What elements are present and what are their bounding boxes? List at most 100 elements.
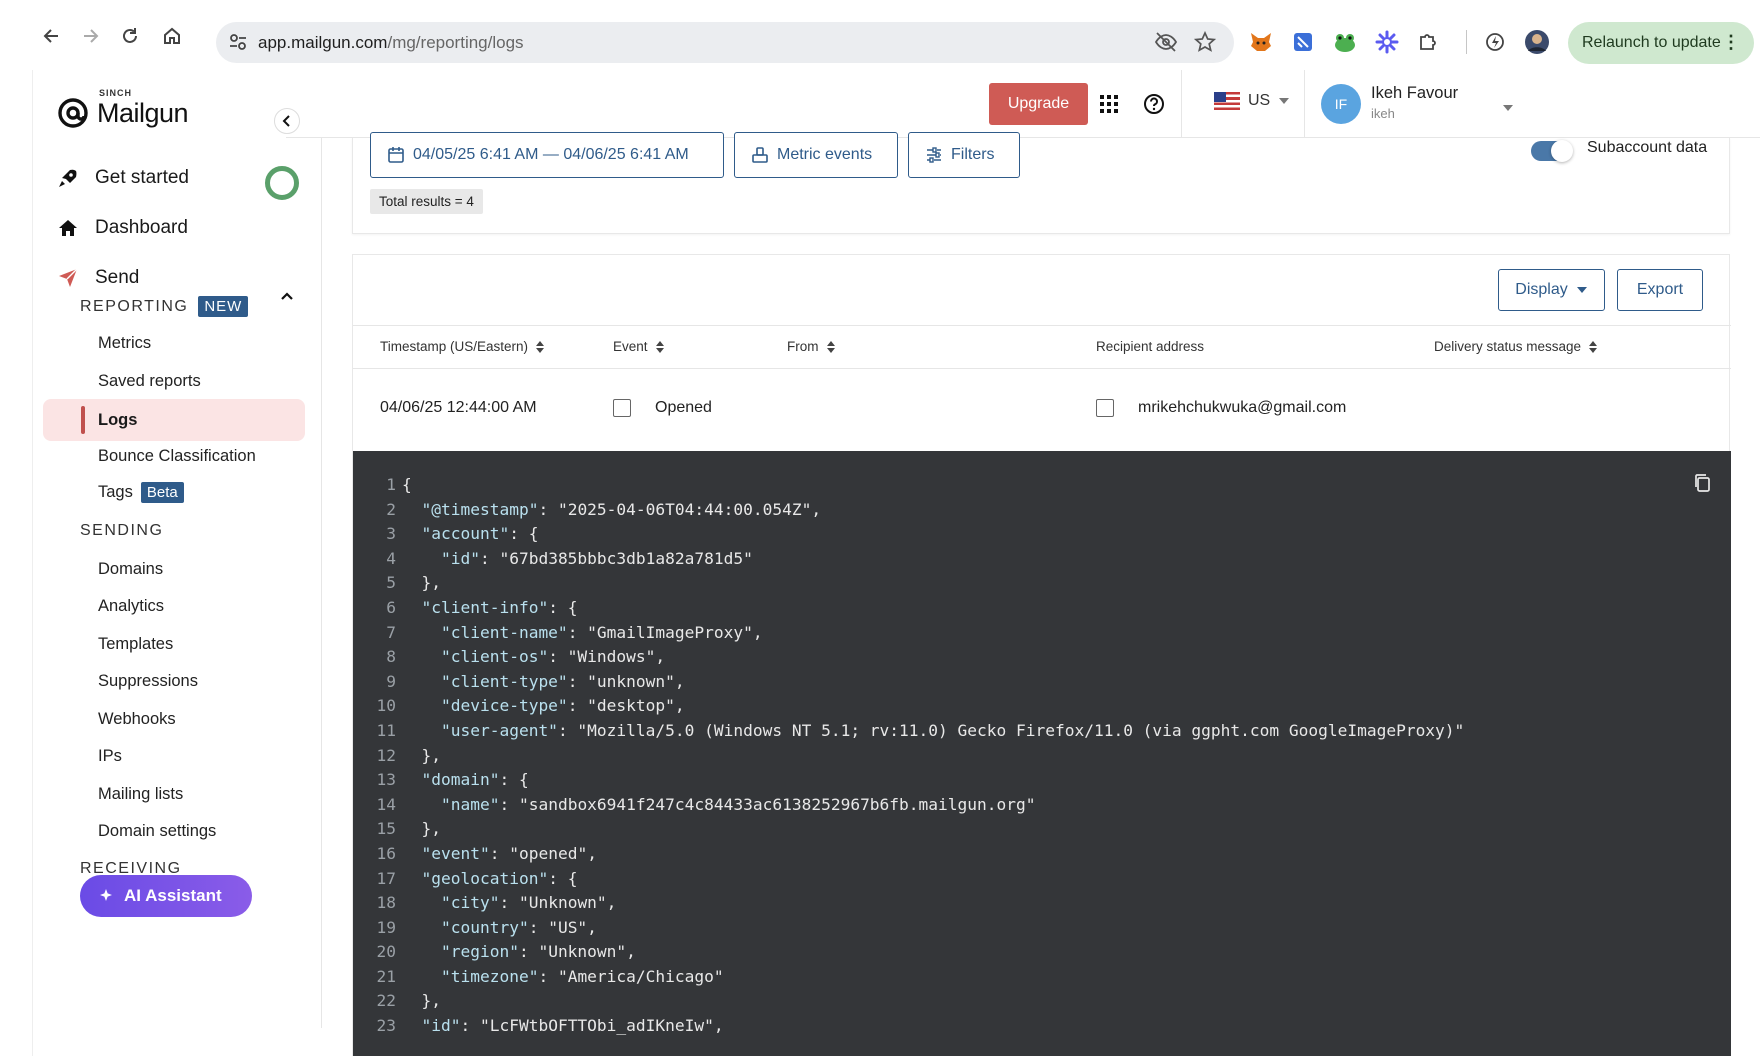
sidebar-item-tags[interactable]: Tags Beta <box>98 482 184 503</box>
sort-icon[interactable] <box>1589 340 1598 353</box>
user-subaccount: ikeh <box>1371 106 1395 121</box>
line-text: "city": "Unknown", <box>440 893 617 913</box>
frog-extension-icon[interactable] <box>1330 27 1360 57</box>
code-line: 16 "event": "opened", <box>353 842 1464 867</box>
col-event[interactable]: Event <box>613 339 664 354</box>
filter-card: 04/05/25 6:41 AM — 04/06/25 6:41 AM Metr… <box>352 132 1730 234</box>
export-button[interactable]: Export <box>1617 269 1703 311</box>
display-button[interactable]: Display <box>1498 269 1605 311</box>
sort-icon[interactable] <box>536 340 545 353</box>
row-event: Opened <box>613 399 712 417</box>
line-number: 1 <box>386 475 396 494</box>
sort-icon[interactable] <box>655 340 664 353</box>
line-number: 21 <box>376 966 397 986</box>
chevron-left-icon <box>282 115 290 127</box>
fox-extension-icon[interactable] <box>1246 27 1276 57</box>
performance-icon[interactable] <box>1480 27 1510 57</box>
help-icon[interactable] <box>1140 90 1168 118</box>
line-number: 14 <box>376 794 397 814</box>
home-icon[interactable] <box>158 22 186 50</box>
event-checkbox[interactable] <box>613 399 631 417</box>
sidebar-bottom-fade <box>33 1028 322 1056</box>
paper-plane-icon <box>59 268 78 287</box>
gear-flower-extension-icon[interactable] <box>1372 27 1402 57</box>
onboarding-progress-ring <box>265 166 299 200</box>
line-number: 5 <box>386 573 396 593</box>
row-event-label: Opened <box>655 399 712 416</box>
sidebar-item-get-started[interactable]: Get started <box>57 162 189 194</box>
eye-off-icon[interactable] <box>1154 31 1178 58</box>
sidebar-item-bounce-classification[interactable]: Bounce Classification <box>98 447 256 466</box>
col-from[interactable]: From <box>787 339 835 354</box>
subaccount-toggle[interactable] <box>1531 140 1573 162</box>
user-avatar[interactable]: IF <box>1321 84 1361 124</box>
sidebar-item-domain-settings[interactable]: Domain settings <box>98 822 216 841</box>
line-text: }, <box>402 819 441 839</box>
sidebar-item-webhooks[interactable]: Webhooks <box>98 710 176 729</box>
reload-icon[interactable] <box>116 22 144 50</box>
mailgun-logo-icon <box>58 98 88 128</box>
line-text: }, <box>402 573 441 593</box>
apps-grid-icon[interactable] <box>1095 90 1123 118</box>
bookmark-extension-icon[interactable] <box>1288 27 1318 57</box>
sidebar-item-send[interactable]: Send <box>57 262 139 294</box>
sidebar-item-templates[interactable]: Templates <box>98 635 173 654</box>
mailgun-logo[interactable]: SINCH Mailgun <box>57 88 189 136</box>
line-text: "client-name": "GmailImageProxy", <box>440 622 763 642</box>
code-line: 3 "account": { <box>353 522 1464 547</box>
region-selector[interactable]: US <box>1214 92 1290 110</box>
relaunch-button[interactable]: Relaunch to update ⋮ <box>1568 22 1754 64</box>
date-range-button[interactable]: 04/05/25 6:41 AM — 04/06/25 6:41 AM <box>370 132 724 178</box>
ai-assistant-button[interactable]: AI Assistant <box>80 875 252 917</box>
sidebar-item-dashboard[interactable]: Dashboard <box>57 212 188 244</box>
url-text: app.mailgun.com/mg/reporting/logs <box>258 33 524 52</box>
copy-icon[interactable] <box>1693 473 1711 498</box>
chevron-up-icon[interactable] <box>279 288 295 309</box>
event-json-viewer[interactable]: 1{2 "@timestamp": "2025-04-06T04:44:00.0… <box>353 451 1731 1056</box>
metric-events-button[interactable]: Metric events <box>734 132 898 178</box>
puzzle-extensions-icon[interactable] <box>1414 27 1444 57</box>
code-line: 12 }, <box>353 744 1464 769</box>
bookmark-star-icon[interactable] <box>1193 30 1217 58</box>
line-number: 7 <box>386 622 396 642</box>
col-timestamp[interactable]: Timestamp (US/Eastern) <box>380 339 545 354</box>
sidebar-item-suppressions[interactable]: Suppressions <box>98 672 198 691</box>
filters-button[interactable]: Filters <box>908 132 1020 178</box>
collapse-sidebar-button[interactable] <box>274 108 300 134</box>
code-line: 1{ <box>353 473 1464 498</box>
user-name[interactable]: Ikeh Favour <box>1371 84 1458 103</box>
line-number: 20 <box>376 942 397 962</box>
col-delivery-status[interactable]: Delivery status message <box>1434 339 1598 354</box>
table-row[interactable]: 04/06/25 12:44:00 AM Opened mrikehchukwu… <box>353 369 1731 451</box>
us-flag-icon <box>1214 92 1240 110</box>
row-recipient: mrikehchukwuka@gmail.com <box>1096 399 1346 417</box>
sidebar-item-saved-reports[interactable]: Saved reports <box>98 372 201 391</box>
back-icon[interactable] <box>38 22 66 50</box>
sort-icon[interactable] <box>826 340 835 353</box>
sidebar-item-mailing-lists[interactable]: Mailing lists <box>98 785 183 804</box>
code-line: 8 "client-os": "Windows", <box>353 645 1464 670</box>
line-number: 3 <box>386 524 396 544</box>
user-menu-caret-icon[interactable] <box>1502 100 1514 118</box>
line-text: { <box>402 475 412 494</box>
calendar-icon <box>388 147 404 163</box>
sidebar-item-analytics[interactable]: Analytics <box>98 597 164 616</box>
sidebar-item-domains[interactable]: Domains <box>98 560 163 579</box>
code-line: 20 "region": "Unknown", <box>353 940 1464 965</box>
address-bar[interactable]: app.mailgun.com/mg/reporting/logs <box>216 22 1234 63</box>
forward-icon[interactable] <box>76 22 104 50</box>
beta-badge: Beta <box>140 482 184 503</box>
site-settings-icon[interactable] <box>228 32 248 57</box>
line-text: "client-os": "Windows", <box>440 647 666 667</box>
sidebar-item-metrics[interactable]: Metrics <box>98 334 151 353</box>
upgrade-button[interactable]: Upgrade <box>989 83 1088 125</box>
recipient-checkbox[interactable] <box>1096 399 1114 417</box>
profile-avatar-icon[interactable] <box>1522 27 1552 57</box>
line-number: 13 <box>376 770 397 790</box>
sliders-icon <box>927 147 941 163</box>
line-text: "country": "US", <box>440 917 597 937</box>
sidebar-item-logs[interactable]: Logs <box>43 399 305 441</box>
sending-section-label: SENDING <box>80 522 164 539</box>
sidebar-item-ips[interactable]: IPs <box>98 747 122 766</box>
more-vert-icon[interactable]: ⋮ <box>1722 32 1740 53</box>
